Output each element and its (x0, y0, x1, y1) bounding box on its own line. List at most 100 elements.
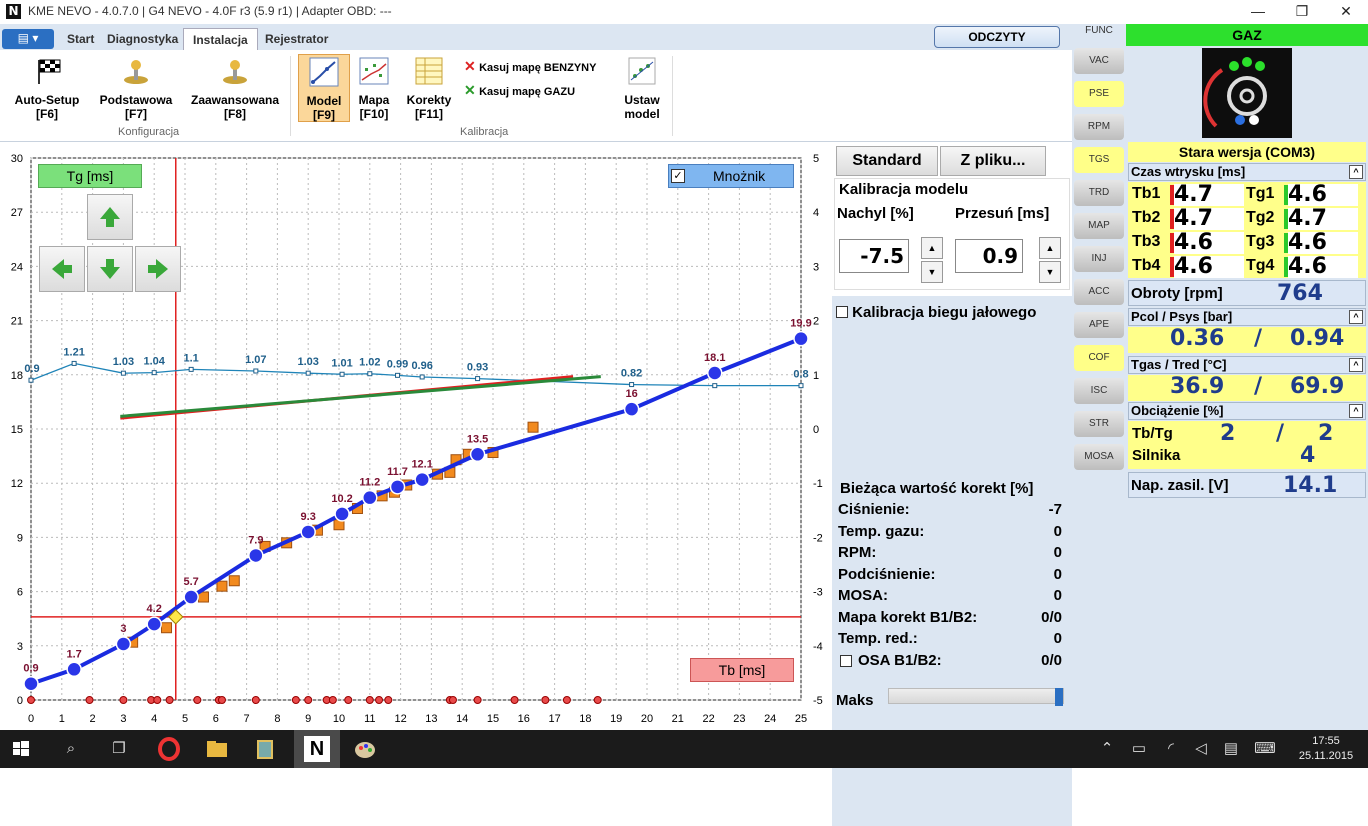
model-point (414, 471, 430, 488)
model-point-label: 1.7 (66, 648, 81, 660)
collapse-icon[interactable]: ^ (1349, 165, 1363, 179)
windows-start-icon[interactable] (8, 736, 34, 762)
model-point (334, 506, 350, 522)
volume-icon[interactable]: ◁ (1188, 736, 1214, 762)
idle-checkbox[interactable] (836, 306, 848, 318)
model-point-label: 11.2 (359, 477, 380, 489)
maks-slider[interactable] (888, 688, 1064, 706)
ustaw-model-button[interactable]: Ustaw model (618, 54, 666, 121)
file-explorer-icon[interactable] (204, 736, 230, 762)
multiplier-label: 1.1 (184, 352, 199, 364)
mnoznik-checkbox[interactable]: ✓ (671, 169, 685, 183)
tab-cof[interactable]: COF (1074, 345, 1124, 371)
tab-str[interactable]: STR (1074, 411, 1124, 437)
restore-button[interactable]: ❐ (1280, 0, 1324, 22)
collapse-icon[interactable]: ^ (1349, 310, 1363, 324)
idle-calibration-toggle[interactable]: Kalibracja biegu jałowego (836, 304, 1036, 321)
multiplier-label: 1.04 (143, 356, 165, 368)
switch-icon[interactable] (1202, 48, 1292, 138)
app-menu-button[interactable]: ▤ ▾ (2, 29, 54, 49)
przesun-down-button[interactable]: ▼ (1039, 261, 1061, 283)
tab-vac[interactable]: VAC (1074, 48, 1124, 74)
tab-rejestrator[interactable]: Rejestrator (256, 28, 337, 50)
obciazenie-row: Tb/Tg 2 / 2 Silnika 4 (1128, 421, 1366, 469)
tablet-icon[interactable] (252, 736, 278, 762)
opera-icon[interactable] (156, 736, 182, 762)
right-tick-label: -5 (813, 695, 823, 707)
notification-icon[interactable]: ▤ (1218, 736, 1244, 762)
model-button[interactable]: Model [F9] (298, 54, 350, 122)
zaawansowana-button[interactable]: Zaawansowana [F8] (186, 54, 284, 121)
arrow-right-button[interactable] (135, 246, 181, 292)
korekty-button[interactable]: Korekty [F11] (402, 54, 456, 121)
maks-slider-handle[interactable] (1055, 688, 1063, 706)
tab-diagnostyka[interactable]: Diagnostyka (98, 28, 187, 50)
tab-map[interactable]: MAP (1074, 213, 1124, 239)
collapse-icon[interactable]: ^ (1349, 404, 1363, 418)
app-logo: N (6, 4, 21, 19)
multiplier-point (798, 383, 804, 389)
multiplier-point (475, 376, 481, 382)
model-point-label: 4.2 (147, 603, 162, 615)
chevron-up-icon[interactable]: ⌃ (1094, 736, 1120, 762)
tab-pse[interactable]: PSE (1074, 81, 1124, 107)
correction-label: MOSA: (838, 587, 888, 604)
podstawowa-button[interactable]: Podstawowa [F7] (94, 54, 178, 121)
paint-icon[interactable] (352, 736, 378, 762)
tab-trd[interactable]: TRD (1074, 180, 1124, 206)
kasuj-benzyny-button[interactable]: ✕ Kasuj mapę BENZYNY (464, 58, 596, 75)
calibration-chart[interactable]: 0 1 2 3 4 5 6 7 8 9 10 11 12 13 14 15 16 17 18 19 20 21 22 23 24… (0, 142, 828, 730)
task-view-icon[interactable]: ❐ (106, 736, 132, 762)
kasuj-gazu-label: Kasuj mapę GAZU (479, 86, 576, 98)
x-tick-label: 6 (213, 713, 219, 725)
minimize-button[interactable]: — (1236, 0, 1280, 22)
tab-func[interactable]: FUNC (1074, 24, 1124, 38)
przesun-up-button[interactable]: ▲ (1039, 237, 1061, 259)
x-tick-label: 19 (610, 713, 622, 725)
rpm-sample-dot (448, 696, 457, 704)
arrow-left-button[interactable] (39, 246, 85, 292)
tab-inj[interactable]: INJ (1074, 246, 1124, 272)
z-pliku-button[interactable]: Z pliku... (940, 146, 1046, 176)
close-button[interactable]: ✕ (1324, 0, 1368, 22)
tab-ape[interactable]: APE (1074, 312, 1124, 338)
przesun-input[interactable]: 0.9 (955, 239, 1023, 273)
rpm-sample-dot (251, 696, 260, 704)
tab-mosa[interactable]: MOSA (1074, 444, 1124, 470)
clock[interactable]: 17:55 25.11.2015 (1296, 734, 1356, 764)
auto-setup-button[interactable]: Auto-Setup [F6] (8, 54, 86, 121)
nachyl-input[interactable]: -7.5 (839, 239, 909, 273)
multiplier-point (253, 368, 259, 374)
multiplier-point (151, 370, 157, 376)
wifi-icon[interactable]: ◜ (1158, 736, 1184, 762)
odczyty-button[interactable]: ODCZYTY (934, 26, 1060, 48)
keyboard-icon[interactable]: ⌨ (1252, 736, 1278, 762)
nachyl-up-button[interactable]: ▲ (921, 237, 943, 259)
search-icon[interactable]: ⌕ (58, 736, 84, 762)
osa-checkbox[interactable] (840, 654, 852, 667)
title-bar: N KME NEVO - 4.0.7.0 | G4 NEVO - 4.0F r3… (0, 0, 1368, 24)
tab-tgs[interactable]: TGS (1074, 147, 1124, 173)
mapa-button[interactable]: Mapa [F10] (352, 54, 396, 121)
tab-rpm[interactable]: RPM (1074, 114, 1124, 140)
tab-acc[interactable]: ACC (1074, 279, 1124, 305)
tab-start[interactable]: Start (58, 28, 103, 50)
kasuj-gazu-button[interactable]: ✕ Kasuj mapę GAZU (464, 82, 575, 99)
mnoznik-toggle[interactable]: ✓ Mnożnik (668, 164, 794, 188)
collapse-icon[interactable]: ^ (1349, 358, 1363, 372)
correction-value: 0/0 (1041, 608, 1062, 626)
arrow-down-button[interactable] (87, 246, 133, 292)
right-tick-label: 1 (813, 370, 819, 382)
tab-instalacja[interactable]: Instalacja (183, 28, 258, 50)
model-point-label: 18.1 (704, 352, 725, 364)
standard-button[interactable]: Standard (836, 146, 938, 176)
tg-label: Tg3 (1246, 233, 1275, 250)
arrow-up-button[interactable] (87, 194, 133, 240)
nachyl-down-button[interactable]: ▼ (921, 261, 943, 283)
tab-isc[interactable]: ISC (1074, 378, 1124, 404)
kme-nevo-taskbar-button[interactable]: N (294, 730, 340, 768)
nachyl-label: Nachyl [%] (837, 205, 914, 222)
battery-icon[interactable]: ▭ (1126, 736, 1152, 762)
window-title: KME NEVO - 4.0.7.0 | G4 NEVO - 4.0F r3 (… (28, 4, 392, 18)
tg-label: Tg2 (1246, 209, 1275, 226)
